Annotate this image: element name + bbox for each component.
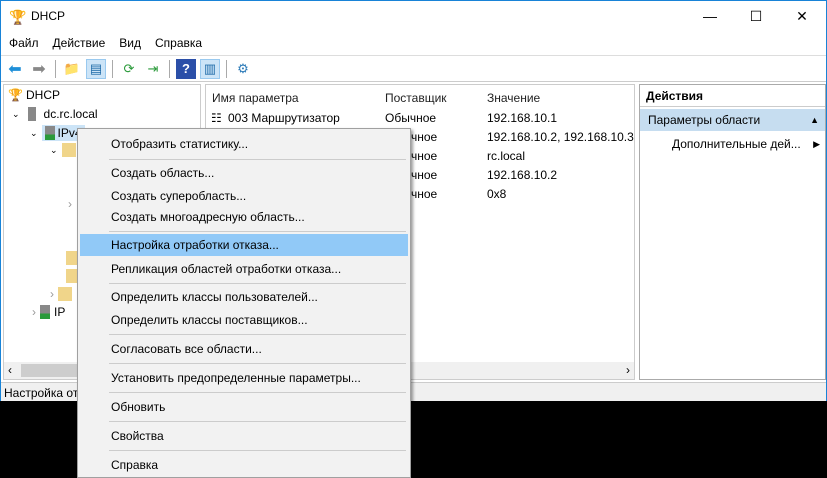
submenu-arrow-icon: ▶ — [813, 139, 820, 149]
actions-pane: Действия Параметры области ▲ Дополнительн… — [639, 84, 826, 380]
menu-item-define-user-classes[interactable]: Определить классы пользователей... — [80, 286, 408, 308]
tree-node-filter[interactable]: › — [50, 287, 72, 301]
column-header-value[interactable]: Значение — [487, 91, 540, 105]
menu-item-define-vendor-classes[interactable]: Определить классы поставщиков... — [80, 309, 408, 331]
menu-separator — [109, 392, 406, 393]
back-arrow-icon[interactable]: ⬅ — [5, 59, 25, 79]
actions-title: Действия — [640, 85, 825, 107]
menu-item-show-statistics[interactable]: Отобразить статистику... — [80, 133, 408, 155]
menu-separator — [109, 231, 406, 232]
toolbar-separator — [55, 59, 56, 78]
menu-item-new-scope[interactable]: Создать область... — [80, 162, 408, 184]
server-ok-icon — [40, 305, 50, 319]
chevron-right-icon: › — [32, 305, 36, 319]
window-title: DHCP — [31, 9, 66, 23]
menu-item-refresh[interactable]: Обновить — [80, 396, 408, 418]
menu-item-replicate-failover-scopes[interactable]: Репликация областей отработки отказа... — [80, 258, 408, 280]
menu-item-set-predefined-options[interactable]: Установить предопределенные параметры... — [80, 367, 408, 389]
collapse-up-icon[interactable]: ▲ — [810, 115, 819, 125]
menu-separator — [109, 159, 406, 160]
close-button[interactable]: ✕ — [779, 1, 825, 31]
server-ok-icon — [44, 126, 55, 140]
scroll-left-icon[interactable]: ‹ — [8, 363, 12, 377]
menu-item-new-superscope[interactable]: Создать суперобласть... — [80, 185, 408, 207]
maximize-button[interactable]: ☐ — [733, 1, 779, 31]
up-folder-icon[interactable]: 📁 — [62, 59, 82, 79]
menu-separator — [109, 421, 406, 422]
toolbar-separator — [112, 59, 113, 78]
show-hide-action-pane-icon[interactable]: ▥ — [200, 58, 220, 79]
menu-view[interactable]: Вид — [113, 36, 147, 50]
help-icon[interactable]: ? — [176, 58, 196, 79]
toolbar: ⬅ ➡ 📁 ▤ ⟳ ⇥ ? ▥ ⚙ — [1, 55, 826, 82]
toolbar-separator — [169, 59, 170, 78]
folder-icon — [61, 143, 76, 157]
menu-separator — [109, 450, 406, 451]
menu-separator — [109, 283, 406, 284]
menu-separator — [109, 334, 406, 335]
menu-bar: Файл Действие Вид Справка — [1, 32, 208, 54]
title-bar: 🏆 DHCP — ☐ ✕ — [1, 1, 826, 31]
tree-node-dhcp[interactable]: 🏆 DHCP — [8, 88, 60, 102]
menu-file[interactable]: Файл — [3, 36, 45, 50]
filter-icon — [58, 287, 72, 301]
more-actions-item[interactable]: Дополнительные дей... ▶ — [672, 137, 822, 151]
menu-item-configure-failover[interactable]: Настройка отработки отказа... — [80, 234, 408, 256]
column-header-name[interactable]: Имя параметра — [212, 91, 299, 105]
tree-node-scope[interactable]: ⌄ — [50, 143, 76, 157]
menu-item-properties[interactable]: Свойства — [80, 425, 408, 447]
menu-item-reconcile-all-scopes[interactable]: Согласовать все области... — [80, 338, 408, 360]
actions-section-scope-options[interactable]: Параметры области ▲ — [640, 109, 825, 131]
server-icon — [27, 107, 36, 121]
menu-action[interactable]: Действие — [47, 36, 112, 50]
show-hide-tree-icon[interactable]: ▤ — [86, 58, 106, 79]
menu-item-help[interactable]: Справка — [80, 454, 408, 476]
chevron-down-icon: ⌄ — [50, 144, 58, 155]
column-header-vendor[interactable]: Поставщик — [385, 91, 447, 105]
forward-arrow-icon[interactable]: ➡ — [29, 59, 49, 79]
scroll-right-icon[interactable]: › — [626, 363, 630, 377]
chevron-down-icon: ⌄ — [30, 127, 38, 138]
dhcp-icon: 🏆 — [9, 9, 27, 25]
minimize-button[interactable]: — — [687, 1, 733, 31]
chevron-right-icon: › — [68, 197, 72, 211]
menu-separator — [109, 363, 406, 364]
export-list-icon[interactable]: ⇥ — [143, 59, 163, 79]
chevron-down-icon[interactable]: ⌄ — [12, 109, 20, 120]
scrollbar-thumb[interactable] — [21, 364, 81, 377]
tree-node-collapsed[interactable]: › — [68, 197, 72, 211]
chevron-right-icon: › — [50, 287, 54, 301]
menu-help[interactable]: Справка — [149, 36, 208, 50]
dhcp-icon: 🏆 — [8, 88, 23, 102]
menu-item-new-multicast-scope[interactable]: Создать многоадресную область... — [80, 206, 408, 228]
context-menu: Отобразить статистику... Создать область… — [77, 128, 411, 478]
refresh-icon[interactable]: ⟳ — [119, 59, 139, 79]
tree-node-server[interactable]: ⌄ dc.rc.local — [12, 107, 98, 121]
tree-node-ipv6[interactable]: › IP — [32, 305, 65, 319]
toolbar-separator — [226, 59, 227, 78]
server-options-icon[interactable]: ⚙ — [233, 59, 253, 79]
option-icon: ☷ — [211, 111, 222, 125]
